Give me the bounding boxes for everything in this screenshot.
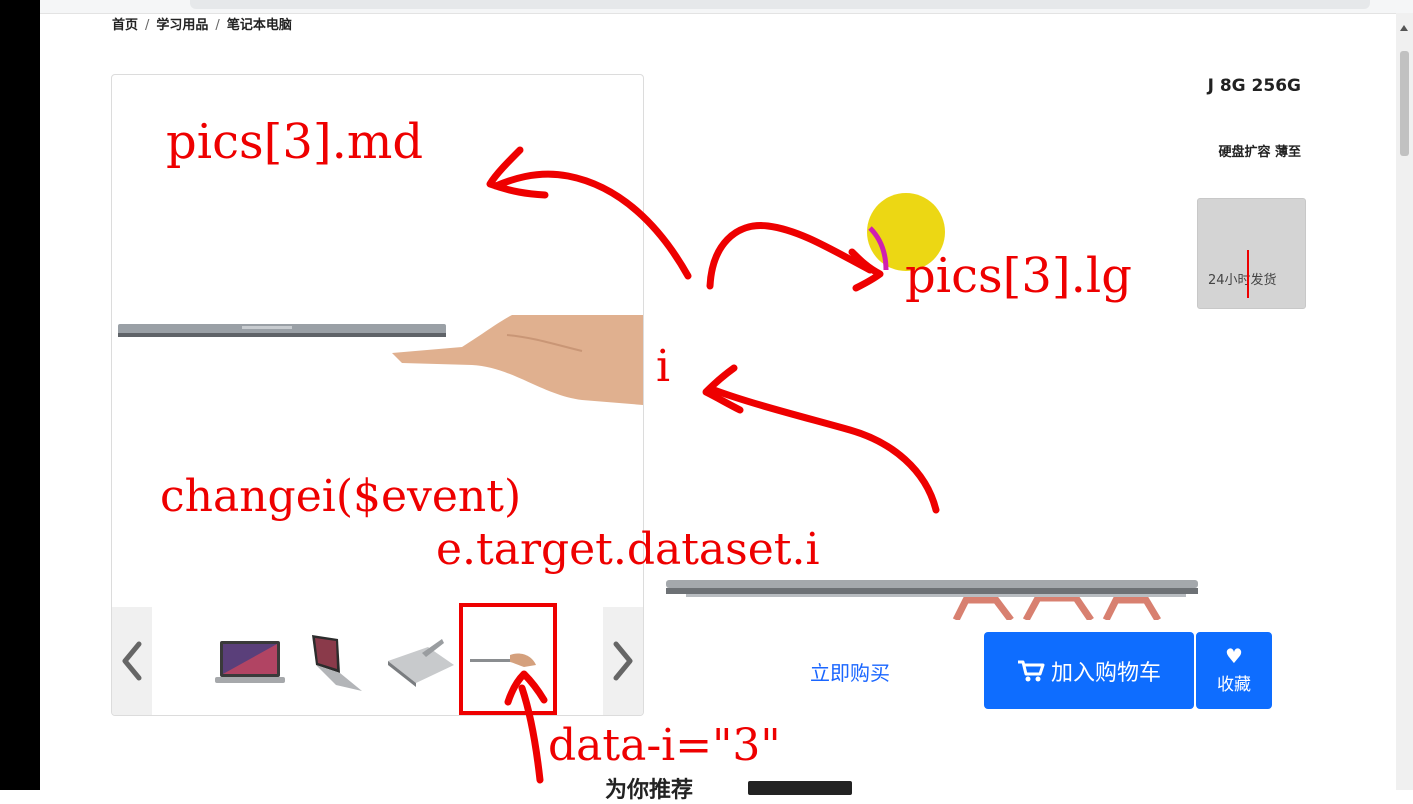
main-product-image	[118, 315, 643, 405]
shipping-label: 24小时发货	[1208, 273, 1277, 288]
left-edge-bar	[0, 0, 40, 790]
cart-icon	[1017, 660, 1045, 681]
chevron-right-icon	[613, 641, 633, 681]
favorite-label: 收藏	[1217, 675, 1251, 695]
chevron-left-icon	[122, 641, 142, 681]
add-to-cart-label: 加入购物车	[1050, 660, 1161, 686]
thumbnail-strip	[112, 607, 643, 715]
product-banner-image	[666, 580, 1198, 620]
cursor-mark	[868, 226, 889, 271]
breadcrumb-category[interactable]: 学习用品	[156, 18, 208, 33]
address-bar[interactable]	[190, 0, 1370, 9]
heart-icon: ♥	[1225, 644, 1243, 668]
add-to-cart-button[interactable]: 加入购物车	[984, 632, 1194, 709]
breadcrumb-current: 笔记本电脑	[226, 18, 292, 33]
browser-top-strip	[40, 0, 1413, 14]
recommend-heading: 为你推荐	[605, 778, 694, 803]
breadcrumb-home[interactable]: 首页	[112, 18, 138, 33]
recommend-badge	[748, 781, 852, 795]
thumbnail-0[interactable]	[212, 625, 288, 697]
breadcrumb: 首页 / 学习用品 / 笔记本电脑	[112, 18, 292, 33]
spec-description: 硬盘扩容 薄至	[1218, 145, 1301, 160]
annotation-lg: pics[3].lg	[905, 248, 1132, 304]
favorite-button[interactable]: ♥ 收藏	[1196, 632, 1272, 709]
scroll-thumb[interactable]	[1400, 51, 1409, 156]
shipping-option[interactable]: 24小时发货	[1197, 198, 1306, 309]
thumbnail-2[interactable]	[382, 625, 458, 697]
annotation-data-attr: data-i="3"	[548, 720, 781, 771]
page-scrollbar[interactable]	[1396, 13, 1413, 790]
scroll-up-icon[interactable]	[1400, 25, 1408, 31]
product-gallery	[111, 74, 644, 716]
buy-now-button[interactable]: 立即购买	[810, 657, 890, 686]
thumbnail-next-button[interactable]	[603, 607, 643, 715]
thumbnail-prev-button[interactable]	[112, 607, 152, 715]
cursor-highlight	[867, 193, 945, 271]
annotation-index: i	[656, 341, 670, 392]
thumbnail-1[interactable]	[300, 625, 376, 697]
spec-title: J 8G 256G	[1207, 76, 1301, 96]
thumbnail-3[interactable]	[466, 625, 542, 697]
